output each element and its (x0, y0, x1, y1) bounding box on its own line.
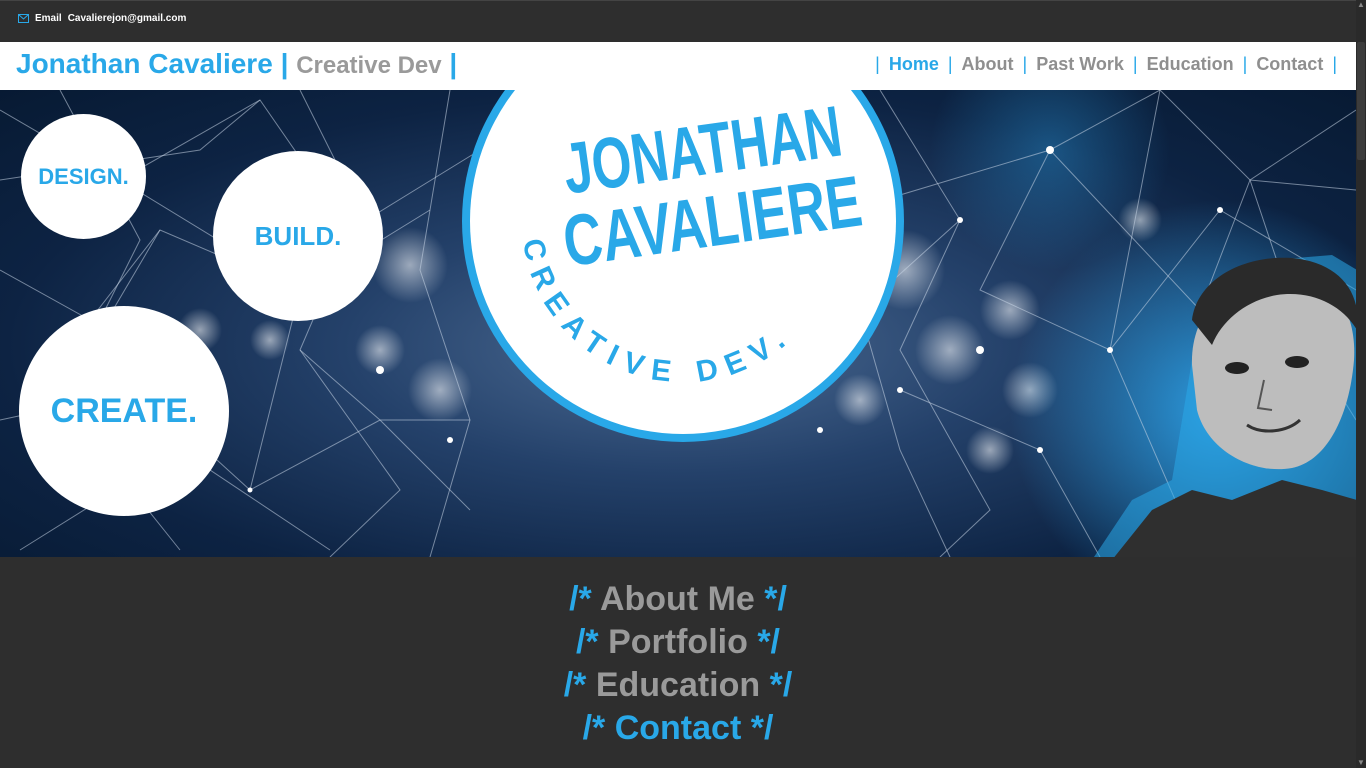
section-link-about[interactable]: /* About Me */ (0, 578, 1356, 621)
scroll-up-icon[interactable]: ▲ (1356, 0, 1366, 10)
nav-separator: | (875, 54, 880, 74)
nav-past-work-link[interactable]: Past Work (1036, 54, 1124, 75)
brand-separator-end: | (449, 48, 458, 79)
nav-home-link[interactable]: Home (889, 54, 939, 75)
nav-separator: | (947, 54, 953, 74)
scroll-down-icon[interactable]: ▼ (1356, 758, 1366, 768)
section-link-contact[interactable]: /* Contact */ (0, 707, 1356, 750)
scrollbar-thumb[interactable] (1357, 42, 1365, 160)
comment-open: /* (563, 666, 587, 704)
brand-separator: | (280, 48, 289, 79)
nav-education-link[interactable]: Education (1147, 54, 1234, 75)
section-link-portfolio[interactable]: /* Portfolio */ (0, 621, 1356, 664)
brand-name: Jonathan Cavaliere (16, 48, 273, 79)
comment-open: /* (582, 709, 606, 747)
section-links: /* About Me */ /* Portfolio */ /* Educat… (0, 578, 1356, 750)
logo-circle: JONATHAN CAVALIERE CREATIVE DEV. (462, 90, 904, 442)
comment-close: */ (769, 666, 793, 704)
nav-separator: | (1132, 54, 1138, 74)
section-label: Education (595, 666, 761, 704)
hero-banner: DESIGN. BUILD. CREATE. JONATHAN CAVALIER… (0, 90, 1356, 557)
site-brand[interactable]: Jonathan Cavaliere | Creative Dev | (16, 48, 457, 80)
nav-separator: | (1022, 54, 1028, 74)
section-label: Contact (614, 709, 742, 747)
page-scrollbar[interactable]: ▲ ▼ (1356, 0, 1366, 768)
create-bubble: CREATE. (19, 306, 229, 516)
section-label: About Me (599, 580, 755, 618)
top-bar: Email Cavalierejon@gmail.com (0, 0, 1356, 43)
build-bubble: BUILD. (213, 151, 383, 321)
profile-photo (1094, 255, 1356, 557)
navbar: Jonathan Cavaliere | Creative Dev | | Ho… (0, 42, 1356, 90)
brand-tagline: Creative Dev (296, 52, 442, 79)
section-link-education[interactable]: /* Education */ (0, 664, 1356, 707)
comment-open: /* (575, 623, 599, 661)
comment-close: */ (750, 709, 774, 747)
nav-contact-link[interactable]: Contact (1256, 54, 1323, 75)
nav-separator: | (1332, 54, 1337, 74)
design-bubble: DESIGN. (21, 114, 146, 239)
nav-separator: | (1242, 54, 1248, 74)
comment-close: */ (764, 580, 787, 618)
envelope-icon (18, 14, 29, 23)
email-label: Email (35, 13, 62, 24)
email-contact[interactable]: Email Cavalierejon@gmail.com (18, 13, 186, 24)
section-label: Portfolio (608, 623, 748, 661)
email-address[interactable]: Cavalierejon@gmail.com (68, 13, 187, 24)
nav-links: | Home | About | Past Work | Education |… (866, 54, 1346, 75)
comment-close: */ (757, 623, 781, 661)
nav-about-link[interactable]: About (962, 54, 1014, 75)
comment-open: /* (569, 580, 592, 618)
